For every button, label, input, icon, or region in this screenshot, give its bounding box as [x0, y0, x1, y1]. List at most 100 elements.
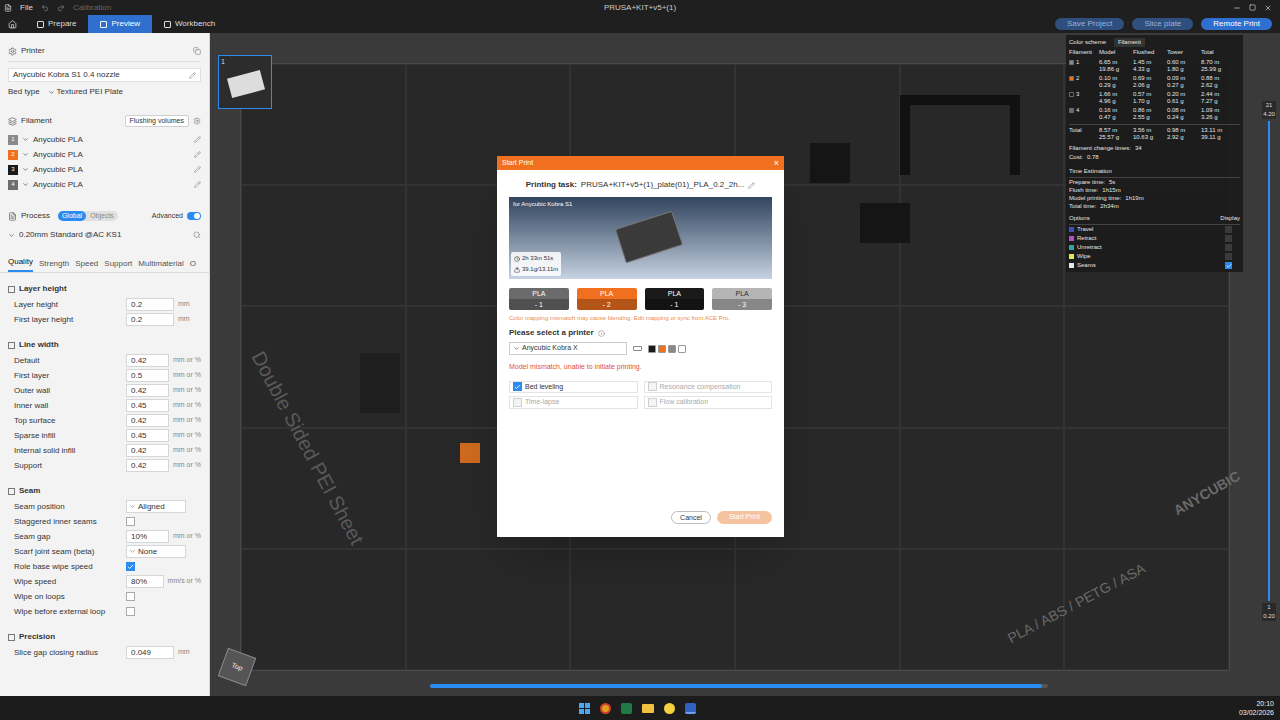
setting-input[interactable]: 0.42: [126, 354, 169, 367]
settings-tab[interactable]: Multimaterial: [138, 258, 183, 272]
copy-icon[interactable]: [193, 47, 201, 55]
setting-input[interactable]: 0.42: [126, 384, 169, 397]
setting-input[interactable]: 0.42: [126, 459, 169, 472]
display-checkbox[interactable]: [1225, 253, 1232, 260]
print-option[interactable]: Bed leveling: [509, 381, 638, 394]
bed-select[interactable]: Textured PEI Plate: [48, 86, 123, 98]
filament-slot[interactable]: PLA- 2: [577, 288, 637, 310]
viewport[interactable]: 1Double Sided PEI SheetPLA / ABS / PETG …: [210, 33, 1280, 696]
setting-input[interactable]: 0.45: [126, 399, 169, 412]
plate-thumbnail[interactable]: 1: [218, 55, 272, 109]
home-icon[interactable]: [8, 20, 17, 29]
filament-row[interactable]: 4Anycubic PLA: [0, 177, 209, 192]
setting-input[interactable]: 0.049: [126, 646, 174, 659]
file-icon[interactable]: [4, 4, 12, 12]
setting-checkbox[interactable]: [126, 517, 135, 526]
filament-swatch[interactable]: 2: [8, 150, 18, 160]
setting-input[interactable]: 0.45: [126, 429, 169, 442]
filament-row[interactable]: 3Anycubic PLA: [0, 162, 209, 177]
setting-checkbox[interactable]: [126, 592, 135, 601]
main-tab[interactable]: Workbench: [152, 15, 227, 33]
calibration-menu[interactable]: Calibration: [73, 2, 111, 14]
settings-tab[interactable]: Support: [104, 258, 132, 272]
main-tab[interactable]: Prepare: [25, 15, 88, 33]
filament-slot[interactable]: PLA- 3: [712, 288, 772, 310]
toolbar-button[interactable]: Remote Print: [1201, 18, 1272, 30]
slicer-app-icon[interactable]: [685, 703, 696, 714]
settings-tab[interactable]: Speed: [75, 258, 98, 272]
time-estimation-header: Time Estimation: [1069, 167, 1240, 178]
display-checkbox[interactable]: [1225, 226, 1232, 233]
browser-icon[interactable]: [600, 703, 611, 714]
toolbar-button[interactable]: Slice plate: [1132, 18, 1193, 30]
setting-input[interactable]: 0.2: [126, 298, 174, 311]
setting-row: Layer height0.2mm: [0, 297, 209, 312]
cancel-button[interactable]: Cancel: [671, 511, 711, 524]
minimize-icon[interactable]: [1233, 4, 1241, 12]
filament-slot[interactable]: PLA- 1: [509, 288, 569, 310]
setting-input[interactable]: 0.42: [126, 444, 169, 457]
printer-select[interactable]: Anycubic Kobra X: [509, 342, 627, 355]
process-preset[interactable]: 0.20mm Standard @AC KS1: [0, 228, 209, 242]
scheme-select[interactable]: Filament: [1114, 38, 1145, 47]
display-checkbox[interactable]: [1225, 235, 1232, 242]
undo-icon[interactable]: [41, 4, 49, 12]
setting-select[interactable]: None: [126, 545, 186, 558]
filament-slot[interactable]: PLA- 1: [645, 288, 705, 310]
edit-icon[interactable]: [194, 166, 201, 173]
advanced-switch[interactable]: [187, 212, 201, 220]
edit-icon[interactable]: [194, 136, 201, 143]
maximize-icon[interactable]: [1249, 4, 1256, 11]
setting-input[interactable]: 0.5: [126, 369, 169, 382]
column-header: Tower: [1167, 48, 1201, 57]
settings-tab[interactable]: Strength: [39, 258, 69, 272]
display-checkbox[interactable]: [1225, 262, 1232, 269]
scope-toggle[interactable]: Objects: [86, 211, 118, 222]
setting-checkbox[interactable]: [126, 562, 135, 571]
filament-swatch[interactable]: 3: [8, 165, 18, 175]
flushing-volumes-button[interactable]: Flushing volumes: [125, 115, 189, 128]
setting-checkbox[interactable]: [126, 607, 135, 616]
dialog-close[interactable]: ×: [774, 159, 779, 168]
setting-input[interactable]: 0.2: [126, 313, 174, 326]
redo-icon[interactable]: [57, 4, 65, 12]
move-slider[interactable]: [430, 684, 1048, 688]
setting-row: Wipe on loops: [0, 589, 209, 604]
close-icon[interactable]: [1264, 4, 1272, 12]
settings-tab[interactable]: Quality: [8, 256, 33, 272]
filament-swatch[interactable]: 4: [8, 180, 18, 190]
setting-input[interactable]: 10%: [126, 530, 169, 543]
windows-icon[interactable]: [579, 703, 590, 714]
edit-icon[interactable]: [194, 181, 201, 188]
search-icon[interactable]: [193, 231, 201, 239]
dropdown-icon: [22, 136, 29, 143]
toolbar-button[interactable]: Save Project: [1055, 18, 1124, 30]
edit-icon[interactable]: [189, 72, 196, 79]
settings-tab[interactable]: O: [190, 258, 196, 272]
edit-icon[interactable]: [194, 151, 201, 158]
file-menu[interactable]: File: [20, 2, 33, 14]
main-tab[interactable]: Preview: [88, 15, 151, 33]
setting-input[interactable]: 0.42: [126, 414, 169, 427]
printer-select[interactable]: Anycubic Kobra S1 0.4 nozzle: [8, 68, 201, 82]
dropdown-icon: [22, 151, 29, 158]
folder-icon[interactable]: [642, 704, 654, 713]
filament-settings-icon[interactable]: [193, 117, 201, 125]
column-header: Total: [1201, 48, 1235, 57]
scope-toggle[interactable]: Global: [58, 211, 86, 222]
emoji-icon[interactable]: [664, 703, 675, 714]
option-checkbox[interactable]: [513, 382, 522, 391]
filament-row[interactable]: 1Anycubic PLA: [0, 132, 209, 147]
setting-input[interactable]: 80%: [126, 575, 164, 588]
dropdown-icon: [513, 345, 520, 352]
layer-slider[interactable]: 214.2010.20: [1261, 101, 1277, 621]
clock[interactable]: 20:1003/02/2026: [1239, 699, 1274, 717]
filament-swatch[interactable]: 1: [8, 135, 18, 145]
filament-row[interactable]: 2Anycubic PLA: [0, 147, 209, 162]
filament-usage-row: 20.10 m0.29 g0.69 m2.06 g0.09 m0.27 g0.8…: [1069, 75, 1240, 89]
display-checkbox[interactable]: [1225, 244, 1232, 251]
setting-select[interactable]: Aligned: [126, 500, 186, 513]
info-icon[interactable]: [598, 330, 605, 337]
spreadsheet-icon[interactable]: [621, 703, 632, 714]
edit-icon[interactable]: [748, 182, 755, 189]
